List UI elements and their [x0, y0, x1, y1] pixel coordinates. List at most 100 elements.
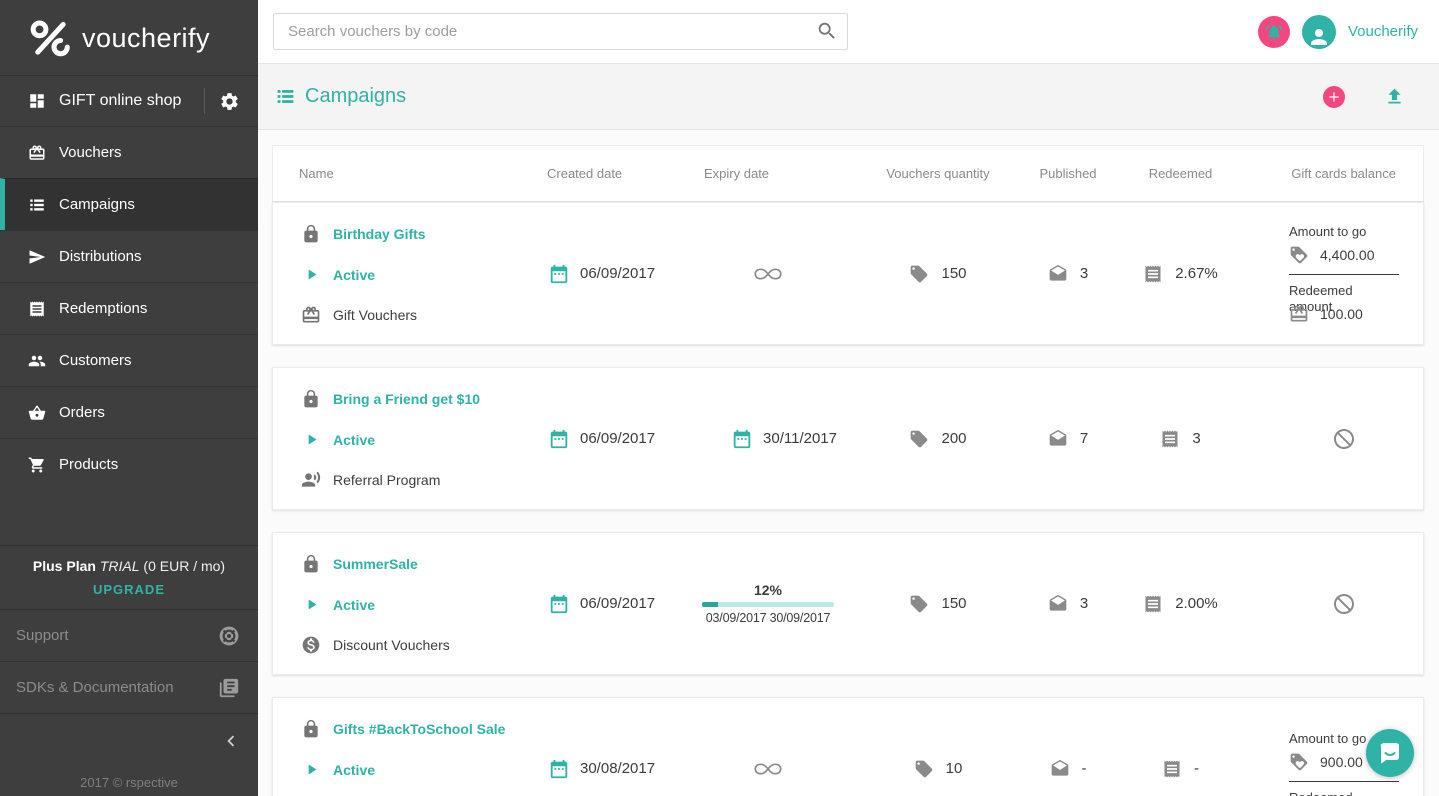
sidebar-item-orders[interactable]: Orders	[0, 386, 258, 438]
avatar[interactable]	[1302, 15, 1336, 49]
created-date: 30/08/2017	[580, 760, 655, 777]
expiry-start-date: 03/09/2017	[706, 611, 767, 625]
created-date: 06/09/2017	[580, 430, 655, 447]
expiry-progress: 12% 03/09/2017 30/09/2017	[702, 582, 834, 625]
table-row[interactable]: Birthday Gifts Active Gift Vouchers 06/0…	[272, 202, 1424, 345]
campaign-name-link[interactable]: SummerSale	[333, 556, 418, 572]
table-header-row: Name Created date Expiry date Vouchers q…	[272, 145, 1424, 202]
amount-to-go-value: 4,400.00	[1320, 247, 1375, 263]
campaign-type: Referral Program	[333, 472, 440, 488]
amount-to-go-value: 900.00	[1320, 754, 1363, 770]
column-header-name: Name	[273, 166, 523, 181]
gift-cards-balance: Amount to go 4,400.00 Redeemed amount 10…	[1289, 224, 1399, 324]
account-name[interactable]: Voucherify	[1348, 23, 1418, 40]
created-date: 06/09/2017	[580, 595, 655, 612]
no-balance-icon	[1289, 592, 1399, 616]
tag-icon	[909, 264, 929, 284]
redeemed-value: 2.67%	[1175, 265, 1218, 282]
published-count: -	[1082, 760, 1087, 777]
basket-icon	[28, 404, 46, 422]
divider	[1289, 781, 1399, 782]
plan-name: Plus Plan	[33, 558, 96, 574]
infinity-icon	[702, 266, 834, 282]
vouchers-quantity: 200	[941, 430, 966, 447]
sdks-documentation-link[interactable]: SDKs & Documentation	[0, 661, 258, 713]
sidebar-item-campaigns[interactable]: Campaigns	[0, 178, 258, 230]
tag-icon	[914, 759, 934, 779]
table-row[interactable]: Bring a Friend get $10 Active Referral P…	[272, 367, 1424, 510]
add-campaign-button[interactable]	[1323, 86, 1345, 108]
envelope-icon	[1048, 264, 1068, 284]
app-window: voucherify GIFT online shop Vouchers Cam…	[0, 0, 1439, 796]
bell-icon	[1265, 23, 1283, 41]
support-link[interactable]: Support	[0, 609, 258, 661]
chat-widget-button[interactable]	[1366, 729, 1414, 777]
project-settings-button[interactable]	[219, 91, 240, 112]
expiry-progress-fill	[702, 602, 718, 607]
published-count: 3	[1080, 265, 1088, 282]
upload-icon	[1384, 86, 1405, 107]
sidebar-collapse-button[interactable]	[0, 713, 258, 767]
campaign-name-link[interactable]: Bring a Friend get $10	[333, 391, 480, 407]
published-count: 7	[1080, 430, 1088, 447]
sdks-label: SDKs & Documentation	[16, 679, 218, 696]
expiry-progress-percent: 12%	[702, 582, 834, 598]
upgrade-link[interactable]: UPGRADE	[93, 582, 165, 597]
dashboard-icon	[28, 92, 46, 110]
expiry-date: 30/11/2017	[763, 430, 837, 447]
table-row[interactable]: Gifts #BackToSchool Sale Active 30/08/20…	[272, 697, 1424, 796]
campaign-name-link[interactable]: Birthday Gifts	[333, 226, 426, 242]
loyalty-tag-icon	[1289, 245, 1309, 265]
cart-icon	[28, 456, 46, 474]
page-actions	[1323, 86, 1405, 108]
sidebar-item-customers[interactable]: Customers	[0, 334, 258, 386]
gear-icon	[219, 91, 240, 112]
sidebar-item-distributions[interactable]: Distributions	[0, 230, 258, 282]
expiry-end-date: 30/09/2017	[770, 611, 831, 625]
play-icon	[300, 266, 322, 283]
lock-icon	[300, 389, 322, 409]
column-header-created: Created date	[523, 166, 688, 181]
tag-icon	[909, 594, 929, 614]
calendar-icon	[548, 428, 570, 450]
gift-icon	[28, 144, 46, 162]
receipt-icon	[1160, 429, 1180, 449]
plan-line: Plus Plan TRIAL (0 EUR / mo)	[0, 558, 258, 574]
dollar-icon	[300, 635, 322, 655]
campaign-type: Discount Vouchers	[333, 637, 450, 653]
vouchers-quantity: 150	[941, 595, 966, 612]
redeemed-value: 2.00%	[1175, 595, 1218, 612]
expiry-progress-bar	[702, 602, 834, 607]
published-count: 3	[1080, 595, 1088, 612]
sidebar-item-label: Redemptions	[59, 300, 147, 317]
table-row[interactable]: SummerSale Active Discount Vouchers 06/0…	[272, 532, 1424, 675]
gift-icon	[1289, 304, 1309, 324]
calendar-icon	[548, 263, 570, 285]
search-input[interactable]	[273, 13, 848, 50]
lock-icon	[300, 224, 322, 244]
sidebar-item-redemptions[interactable]: Redemptions	[0, 282, 258, 334]
sidebar-item-products[interactable]: Products	[0, 438, 258, 490]
voucherify-logo[interactable]: voucherify	[0, 0, 258, 75]
notifications-button[interactable]	[1258, 16, 1290, 48]
receipt-icon	[28, 300, 46, 318]
import-button[interactable]	[1384, 86, 1405, 107]
amount-to-go-label: Amount to go	[1289, 224, 1399, 240]
divider	[1289, 274, 1399, 275]
support-label: Support	[16, 627, 218, 644]
project-switcher[interactable]: GIFT online shop	[0, 75, 258, 126]
search-icon[interactable]	[816, 20, 838, 42]
plan-price: (0 EUR / mo)	[143, 558, 225, 574]
receipt-icon	[1143, 594, 1163, 614]
send-icon	[28, 248, 46, 266]
project-name: GIFT online shop	[59, 92, 204, 110]
topbar-right: Voucherify	[1258, 15, 1418, 49]
page-header: Campaigns	[258, 64, 1439, 130]
chevron-left-icon	[220, 730, 242, 752]
gift-icon	[300, 305, 322, 325]
campaign-name-link[interactable]: Gifts #BackToSchool Sale	[333, 721, 505, 737]
sidebar-item-vouchers[interactable]: Vouchers	[0, 126, 258, 178]
sidebar-footer: Plus Plan TRIAL (0 EUR / mo) UPGRADE Sup…	[0, 545, 258, 796]
envelope-icon	[1048, 594, 1068, 614]
campaigns-list-icon	[28, 196, 46, 214]
